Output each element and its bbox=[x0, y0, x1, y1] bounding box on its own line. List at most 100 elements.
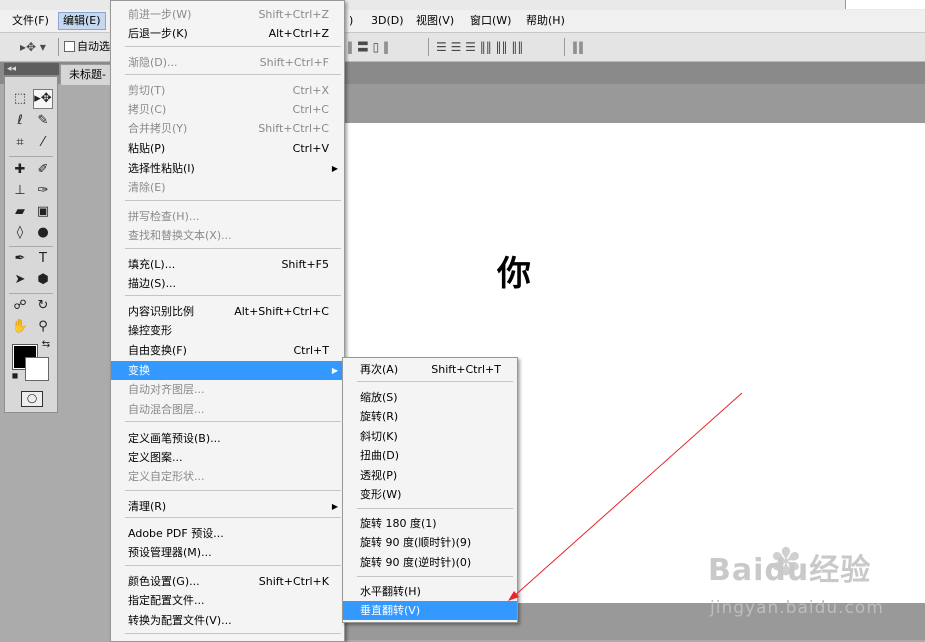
edit-menu-item[interactable]: 拼写检查(H)... bbox=[111, 207, 344, 226]
transform-menu-item[interactable]: 再次(A) Shift+Ctrl+T bbox=[343, 360, 517, 379]
menu-partial[interactable]: ) bbox=[345, 13, 357, 29]
edit-menu-item[interactable]: 填充(L)... Shift+F5 bbox=[111, 255, 344, 274]
stamp-tool-icon[interactable]: ⊥ bbox=[10, 181, 30, 201]
swap-colors-icon[interactable]: ⇆ bbox=[39, 339, 53, 351]
menu-window[interactable]: 窗口(W) bbox=[466, 13, 515, 29]
transform-menu-item-label: 透视(P) bbox=[360, 469, 398, 482]
marquee-tool-icon[interactable]: ⬚ bbox=[10, 89, 30, 109]
quick-select-tool-icon[interactable]: ✎ bbox=[33, 111, 53, 131]
zoom-tool-icon[interactable]: ⚲ bbox=[33, 317, 53, 337]
edit-menu-item[interactable]: 粘贴(P) Ctrl+V bbox=[111, 139, 344, 158]
crop-tool-icon[interactable]: ⌗ bbox=[10, 133, 30, 153]
edit-menu-item[interactable]: 操控变形 bbox=[111, 321, 344, 340]
edit-menu-item-label: 填充(L)... bbox=[128, 258, 176, 271]
transform-menu-item[interactable]: 垂直翻转(V) bbox=[343, 601, 517, 620]
edit-menu-item[interactable]: 定义图案... bbox=[111, 448, 344, 467]
menu-file[interactable]: 文件(F) bbox=[8, 13, 53, 29]
blur-tool-icon[interactable]: ◊ bbox=[10, 223, 30, 243]
edit-menu-item[interactable]: 指定配置文件... bbox=[111, 591, 344, 610]
menu-3d[interactable]: 3D(D) bbox=[367, 13, 408, 29]
edit-menu-item[interactable]: 转换为配置文件(V)... bbox=[111, 611, 344, 630]
background-color-swatch[interactable] bbox=[25, 357, 49, 381]
edit-menu-item-label: 清除(E) bbox=[128, 181, 166, 194]
transform-menu-item-label: 斜切(K) bbox=[360, 430, 398, 443]
dodge-tool-icon[interactable]: ● bbox=[33, 223, 53, 243]
edit-menu-item[interactable]: 自由变换(F) Ctrl+T bbox=[111, 341, 344, 360]
eyedropper-tool-icon[interactable]: ⁄ bbox=[33, 133, 53, 153]
edit-menu-item[interactable]: 描边(S)... bbox=[111, 274, 344, 293]
edit-menu-item[interactable]: 定义自定形状... bbox=[111, 467, 344, 486]
edit-menu-item[interactable]: 变换 ▶ bbox=[111, 361, 344, 380]
menu-edit[interactable]: 编辑(E) bbox=[58, 12, 106, 30]
edit-menu-item[interactable]: 拷贝(C) Ctrl+C bbox=[111, 100, 344, 119]
edit-menu-item-shortcut: Ctrl+C bbox=[292, 103, 329, 116]
toolbox-collapse-icon[interactable]: ◂◂ bbox=[4, 63, 59, 75]
edit-menu-item[interactable]: 定义画笔预设(B)... bbox=[111, 429, 344, 448]
edit-menu-item-label: 变换 bbox=[128, 364, 150, 377]
transform-menu-item[interactable]: 扭曲(D) bbox=[343, 446, 517, 465]
edit-menu-item-label: 剪切(T) bbox=[128, 84, 166, 97]
menu-separator bbox=[125, 565, 341, 566]
edit-menu-item[interactable]: 预设管理器(M)... bbox=[111, 543, 344, 562]
transform-menu-item[interactable]: 旋转 90 度(顺时针)(9) bbox=[343, 533, 517, 552]
edit-menu-item[interactable]: Adobe PDF 预设... bbox=[111, 524, 344, 543]
healing-brush-tool-icon[interactable]: ✚ bbox=[10, 160, 30, 180]
3d-orbit-tool-icon[interactable]: ↻ bbox=[33, 296, 53, 316]
edit-menu-item-label: Adobe PDF 预设... bbox=[128, 527, 224, 540]
lasso-tool-icon[interactable]: ℓ bbox=[10, 111, 30, 131]
eraser-tool-icon[interactable]: ▰ bbox=[10, 202, 30, 222]
title-box bbox=[845, 0, 925, 9]
pen-tool-icon[interactable]: ✒ bbox=[10, 249, 30, 269]
edit-menu-item-label: 自动对齐图层... bbox=[128, 383, 205, 396]
edit-menu-item-label: 定义自定形状... bbox=[128, 470, 205, 483]
hand-tool-icon[interactable]: ✋ bbox=[10, 317, 30, 337]
edit-menu-item[interactable]: 渐隐(D)... Shift+Ctrl+F bbox=[111, 53, 344, 72]
gradient-tool-icon[interactable]: ▣ bbox=[33, 202, 53, 222]
menu-view[interactable]: 视图(V) bbox=[412, 13, 458, 29]
edit-menu-item[interactable]: 自动混合图层... bbox=[111, 400, 344, 419]
edit-menu-item[interactable]: 合并拷贝(Y) Shift+Ctrl+C bbox=[111, 119, 344, 138]
move-tool-icon[interactable]: ▸✥ bbox=[33, 89, 53, 109]
quick-mask-icon[interactable]: ◯ bbox=[21, 391, 43, 407]
edit-menu-item-shortcut: Shift+Ctrl+C bbox=[258, 122, 329, 135]
edit-menu-item[interactable]: 颜色设置(G)... Shift+Ctrl+K bbox=[111, 572, 344, 591]
edit-menu-item[interactable]: 前进一步(W) Shift+Ctrl+Z bbox=[111, 5, 344, 24]
transform-menu-item[interactable]: 透视(P) bbox=[343, 466, 517, 485]
edit-menu-item-label: 前进一步(W) bbox=[128, 8, 192, 21]
brush-tool-icon[interactable]: ✐ bbox=[33, 160, 53, 180]
transform-menu-item[interactable]: 水平翻转(H) bbox=[343, 582, 517, 601]
transform-menu-item[interactable]: 旋转(R) bbox=[343, 407, 517, 426]
edit-menu-item[interactable]: 后退一步(K) Alt+Ctrl+Z bbox=[111, 24, 344, 43]
move-tool-preset-icon[interactable]: ▸✥ ▾ bbox=[20, 39, 46, 55]
shape-tool-icon[interactable]: ⬢ bbox=[33, 270, 53, 290]
default-colors-icon[interactable]: ◼ bbox=[10, 371, 20, 381]
distribute-icons[interactable]: ☰ ☰ ☰ ‖‖ ‖‖ ‖‖ bbox=[436, 39, 523, 55]
edit-menu-item[interactable]: 内容识别比例 Alt+Shift+Ctrl+C bbox=[111, 302, 344, 321]
transform-menu-item[interactable]: 斜切(K) bbox=[343, 427, 517, 446]
options-separator bbox=[564, 38, 565, 56]
edit-menu-item-label: 后退一步(K) bbox=[128, 27, 188, 40]
transform-menu-item[interactable]: 旋转 180 度(1) bbox=[343, 514, 517, 533]
menu-separator bbox=[125, 633, 341, 634]
auto-align-icon[interactable]: ‖‖ bbox=[572, 39, 584, 55]
edit-menu-item[interactable]: 清除(E) bbox=[111, 178, 344, 197]
edit-menu-item[interactable]: 清理(R) ▶ bbox=[111, 497, 344, 516]
3d-rotate-tool-icon[interactable]: ☍ bbox=[10, 296, 30, 316]
transform-menu-item[interactable]: 旋转 90 度(逆时针)(0) bbox=[343, 553, 517, 572]
auto-select-checkbox[interactable] bbox=[64, 41, 75, 52]
transform-submenu: 再次(A) Shift+Ctrl+T 缩放(S) 旋转(R) 斜切(K) 扭曲(D) 透视(… bbox=[342, 357, 518, 623]
edit-menu-item-label: 内容识别比例 bbox=[128, 305, 194, 318]
align-icons[interactable]: ‖ 〓 ▯ ‖ bbox=[347, 39, 389, 55]
edit-menu-item[interactable]: 选择性粘贴(I) ▶ bbox=[111, 159, 344, 178]
menu-help[interactable]: 帮助(H) bbox=[522, 13, 569, 29]
type-tool-icon[interactable]: T bbox=[33, 249, 53, 269]
transform-menu-item[interactable]: 缩放(S) bbox=[343, 388, 517, 407]
history-brush-tool-icon[interactable]: ✑ bbox=[33, 181, 53, 201]
edit-menu-item-shortcut: Ctrl+T bbox=[293, 344, 329, 357]
edit-menu-item-label: 转换为配置文件(V)... bbox=[128, 614, 232, 627]
path-select-tool-icon[interactable]: ➤ bbox=[10, 270, 30, 290]
edit-menu-item[interactable]: 剪切(T) Ctrl+X bbox=[111, 81, 344, 100]
transform-menu-item[interactable]: 变形(W) bbox=[343, 485, 517, 504]
edit-menu-item[interactable]: 自动对齐图层... bbox=[111, 380, 344, 399]
edit-menu-item[interactable]: 查找和替换文本(X)... bbox=[111, 226, 344, 245]
